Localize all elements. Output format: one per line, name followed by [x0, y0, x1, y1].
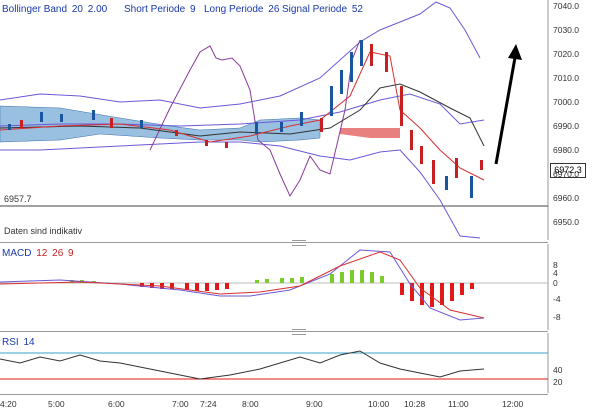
macd-y-tick: 0 [553, 278, 558, 288]
indicator-purple [149, 39, 361, 198]
y-tick: 6960.0 [553, 193, 579, 203]
bollinger-label: Bollinger Band [2, 4, 68, 15]
x-tick: 6:00 [108, 399, 125, 409]
trend-arrow-icon [494, 44, 522, 165]
macd-p3: 9 [68, 248, 74, 259]
long-periode-label: Long Periode [204, 4, 264, 15]
y-tick: 7000.0 [553, 97, 579, 107]
x-tick: 9:00 [306, 399, 323, 409]
bollinger-upper [0, 1, 481, 109]
macd-p2: 26 [52, 248, 64, 259]
rsi-canvas[interactable] [0, 333, 600, 393]
y-tick: 7020.0 [553, 49, 579, 59]
rsi-y-tick: 20 [553, 377, 563, 387]
y-tick: 6970.0 [553, 169, 579, 179]
y-tick: 6990.0 [553, 121, 579, 131]
cloud-area-red [340, 128, 400, 138]
bollinger-lower [0, 141, 481, 239]
rsi-label: RSI [2, 337, 19, 348]
panel-divider [0, 242, 548, 243]
x-tick: 5:00 [48, 399, 65, 409]
signal-periode-header[interactable]: Signal Periode 52 [282, 4, 365, 15]
bollinger-header[interactable]: Bollinger Band 20 2.00 [2, 4, 109, 15]
x-tick: 4:20 [0, 399, 17, 409]
rsi-header[interactable]: RSI 14 [2, 337, 37, 348]
y-tick: 6950.0 [553, 217, 579, 227]
bollinger-period: 20 [71, 4, 83, 15]
x-tick: 11:00 [448, 399, 469, 409]
main-chart-panel[interactable]: Bollinger Band 20 2.00 Short Periode 9 L… [0, 0, 600, 240]
indicative-note: Daten sind indikativ [4, 226, 83, 236]
level-label: 6957.7 [4, 194, 32, 204]
macd-panel[interactable]: MACD 12 26 9 8 4 0 -4 -8 [0, 244, 600, 330]
macd-y-tick: -8 [553, 312, 561, 322]
x-tick: 10:28 [404, 399, 426, 409]
panel-divider [0, 331, 548, 332]
x-tick: 7:00 [172, 399, 189, 409]
x-tick: 12:00 [502, 399, 524, 409]
y-tick: 7040.0 [553, 1, 579, 11]
x-axis-line [0, 394, 548, 395]
signal-periode-value: 52 [351, 4, 363, 15]
short-periode-header[interactable]: Short Periode 9 [124, 4, 198, 15]
y-tick: 6980.0 [553, 145, 579, 155]
price-chart-canvas[interactable] [0, 0, 600, 240]
macd-canvas[interactable] [0, 244, 600, 330]
rsi-line [0, 350, 485, 380]
x-tick: 7:24 [200, 399, 217, 409]
signal-periode-label: Signal Periode [282, 4, 348, 15]
y-tick: 7030.0 [553, 25, 579, 35]
y-tick: 7010.0 [553, 73, 579, 83]
macd-p1: 12 [36, 248, 48, 259]
short-periode-label: Short Periode [124, 4, 186, 15]
macd-y-tick: -4 [553, 294, 561, 304]
rsi-y-tick: 40 [553, 365, 563, 375]
macd-label: MACD [2, 248, 32, 259]
macd-y-tick: 4 [553, 268, 558, 278]
rsi-panel[interactable]: RSI 14 40 20 [0, 333, 600, 393]
short-periode-value: 9 [189, 4, 196, 15]
macd-header[interactable]: MACD 12 26 9 [2, 248, 76, 259]
bollinger-dev: 2.00 [87, 4, 108, 15]
x-tick: 8:00 [242, 399, 259, 409]
long-periode-value: 26 [268, 4, 280, 15]
x-tick: 10:00 [368, 399, 390, 409]
rsi-period: 14 [23, 337, 35, 348]
macd-line [0, 249, 485, 321]
long-periode-header[interactable]: Long Periode 26 [204, 4, 281, 15]
